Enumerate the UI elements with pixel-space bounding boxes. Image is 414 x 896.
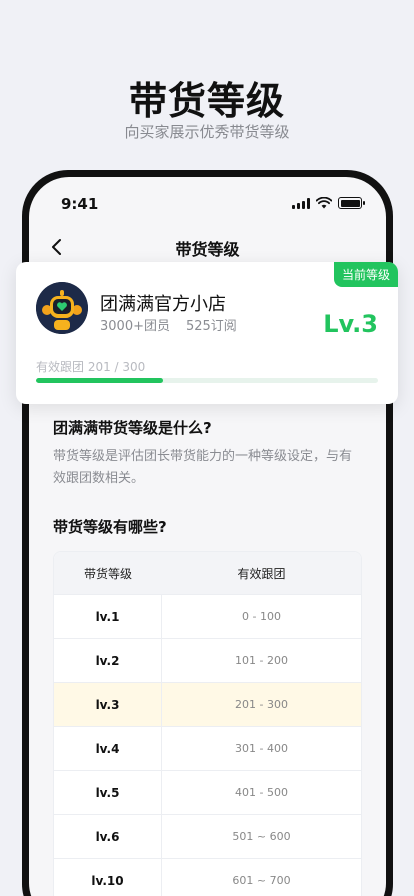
- table-cell-level: lv.2: [54, 639, 162, 682]
- table-cell-range: 501 ~ 600: [232, 830, 291, 843]
- table-row: lv.6 501 ~ 600: [54, 814, 361, 858]
- table-cell-level: lv.6: [54, 815, 162, 858]
- status-icons: [292, 197, 365, 209]
- table-row: lv.1 0 - 100: [54, 594, 361, 638]
- table-cell-level: lv.1: [54, 595, 162, 638]
- table-cell-range: 101 - 200: [235, 654, 288, 667]
- level-card[interactable]: 当前等级 团满满官方小店 3000+团员 525订阅 Lv.3 有效跟团 201…: [16, 262, 398, 404]
- shop-name: 团满满官方小店: [100, 294, 226, 315]
- table-row: lv.10 601 ~ 700: [54, 858, 361, 896]
- hero-subtitle: 向买家展示优秀带货等级: [124, 123, 290, 141]
- battery-icon: [338, 197, 365, 209]
- table-cell-level: lv.3: [54, 683, 162, 726]
- faq-question-what: 团满满带货等级是什么?: [53, 419, 212, 437]
- table-cell-range: 0 - 100: [242, 610, 281, 623]
- table-cell-level: lv.5: [54, 771, 162, 814]
- shop-meta: 3000+团员 525订阅: [100, 315, 237, 334]
- table-cell-range: 601 ~ 700: [232, 874, 291, 887]
- table-row-current: lv.3 201 - 300: [54, 682, 361, 726]
- table-row: lv.4 301 - 400: [54, 726, 361, 770]
- faq-question-levels: 带货等级有哪些?: [53, 518, 167, 536]
- avatar: [36, 282, 88, 334]
- faq-answer-what: 带货等级是评估团长带货能力的一种等级设定，与有效跟团数相关。: [53, 449, 353, 486]
- table-cell-level: lv.4: [54, 727, 162, 770]
- table-cell-range: 201 - 300: [235, 698, 288, 711]
- table-header: 带货等级 有效跟团: [54, 552, 361, 594]
- table-cell-level: lv.10: [54, 859, 162, 896]
- page-title: 带货等级: [175, 240, 240, 259]
- subscription-count: 525订阅: [185, 319, 237, 334]
- table-row: lv.2 101 - 200: [54, 638, 361, 682]
- main-content: 团满满带货等级是什么? 带货等级是评估团长带货能力的一种等级设定，与有效跟团数相…: [29, 417, 386, 896]
- hero-title: 带货等级: [128, 79, 285, 123]
- current-level-badge: 当前等级: [333, 262, 398, 287]
- status-time: 9:41: [61, 195, 99, 213]
- robot-mascot-icon: [36, 282, 88, 334]
- status-bar: 9:41: [29, 193, 386, 215]
- column-header-level: 带货等级: [83, 566, 132, 581]
- progress-label: 有效跟团 201 / 300: [36, 360, 146, 374]
- table-cell-range: 401 - 500: [235, 786, 288, 799]
- column-header-orders: 有效跟团: [237, 566, 286, 581]
- current-level: Lv.3: [323, 310, 378, 338]
- progress-bar: [36, 378, 378, 383]
- table-row: lv.5 401 - 500: [54, 770, 361, 814]
- nav-bar: 带货等级: [29, 229, 386, 265]
- table-cell-range: 301 - 400: [235, 742, 288, 755]
- level-table: 带货等级 有效跟团 lv.1 0 - 100 lv.2 101 - 200 lv…: [53, 551, 362, 896]
- progress-fill: [36, 378, 163, 383]
- member-count: 3000+团员: [100, 319, 170, 334]
- wifi-icon: [316, 197, 332, 209]
- signal-icon: [292, 197, 310, 209]
